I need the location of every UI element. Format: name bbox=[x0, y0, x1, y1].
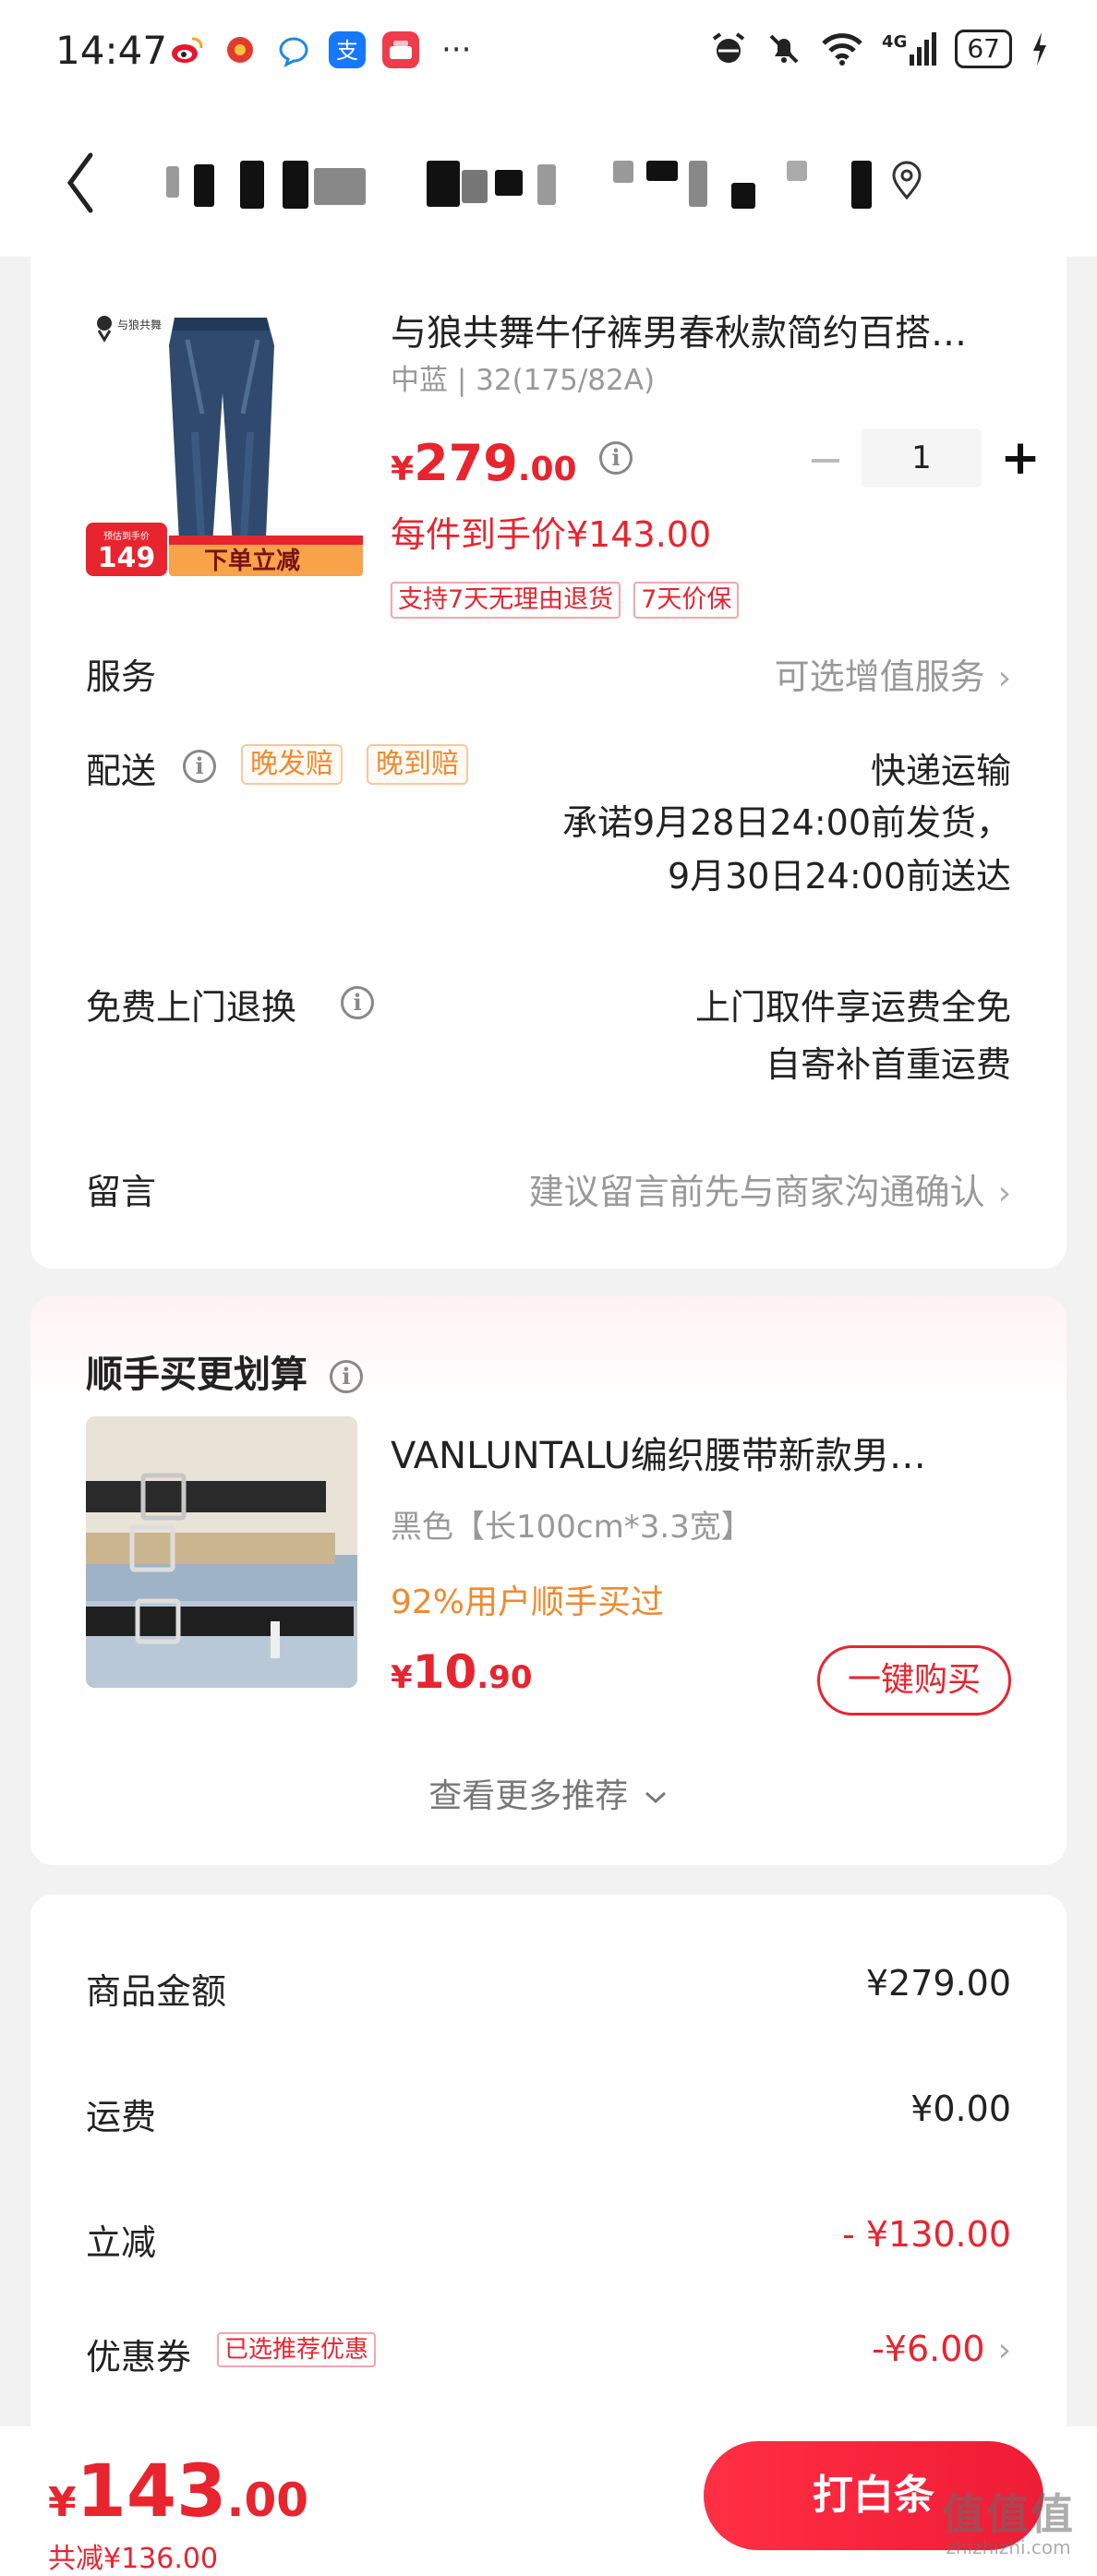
late-arrival-compensation-tag: 晚到赔 bbox=[367, 744, 468, 785]
product-tags: 支持7天无理由退货 7天价保 bbox=[391, 582, 740, 619]
quantity-decrease-button[interactable]: − bbox=[806, 434, 845, 486]
cell-signal-icon: 4G bbox=[882, 32, 937, 66]
nav-bar bbox=[0, 109, 1097, 257]
site-watermark: 值值值 zhizhizhi.com bbox=[942, 2491, 1075, 2558]
more-recommendations-label: 查看更多推荐 bbox=[428, 1777, 629, 1815]
addon-product-spec: 黑色【长100cm*3.3宽】 bbox=[391, 1509, 753, 1546]
coupon-selected-tag: 已选推荐优惠 bbox=[217, 2332, 377, 2367]
store-app-icon bbox=[382, 31, 419, 68]
product-spec[interactable]: 中蓝 | 32(175/82A) bbox=[391, 356, 655, 398]
subtotal-value: ¥279.00 bbox=[865, 1963, 1011, 2004]
coupon-value: -¥6.00 bbox=[872, 2329, 985, 2369]
svg-text:与狼共舞: 与狼共舞 bbox=[117, 318, 162, 331]
price-info-icon[interactable]: i bbox=[599, 441, 633, 475]
shipping-fee-label: 运费 bbox=[86, 2097, 157, 2137]
return-line2: 自寄补首重运费 bbox=[765, 1044, 1011, 1085]
location-pin-icon bbox=[892, 161, 922, 200]
coupon-label: 优惠券 bbox=[86, 2337, 192, 2377]
back-arrow-icon[interactable] bbox=[59, 148, 105, 218]
chevron-right-icon: › bbox=[997, 2331, 1011, 2369]
addon-title-text: 顺手买更划算 bbox=[86, 1354, 307, 1396]
badge-text: 下单立减 bbox=[204, 547, 300, 575]
chevron-right-icon: › bbox=[997, 659, 1011, 697]
delivery-info-icon[interactable]: i bbox=[183, 750, 216, 783]
service-value: 可选增值服务 bbox=[774, 656, 985, 697]
address-redacted[interactable] bbox=[166, 161, 877, 209]
product-image[interactable]: 与狼共舞 预估到手价 149 下单立减 bbox=[86, 303, 363, 580]
addon-price-yen: ¥ bbox=[391, 1659, 413, 1696]
more-recommendations-link[interactable]: 查看更多推荐 bbox=[30, 1769, 1067, 1817]
message-placeholder: 建议留言前先与商家沟通确认 bbox=[528, 1172, 985, 1212]
app-badge-icon bbox=[222, 31, 259, 68]
addon-section-title: 顺手买更划算 i bbox=[86, 1344, 363, 1398]
price-yen: ¥ bbox=[391, 451, 415, 488]
addon-product-title[interactable]: VANLUNTALU编织腰带新款男… bbox=[391, 1426, 1037, 1479]
delivery-promise-line1: 承诺9月28日24:00前发货， bbox=[561, 802, 1011, 843]
wifi-icon bbox=[822, 33, 862, 66]
quantity-input[interactable]: 1 bbox=[862, 428, 982, 488]
price-int: 279 bbox=[414, 434, 518, 492]
one-click-buy-button[interactable]: 一键购买 bbox=[817, 1645, 1011, 1715]
addon-price-dec: .90 bbox=[476, 1659, 533, 1696]
coupon-value-link[interactable]: -¥6.00 › bbox=[872, 2329, 1011, 2369]
svg-text:支: 支 bbox=[336, 38, 358, 64]
qq-app-icon bbox=[275, 31, 312, 68]
delivery-promise-line2: 9月30日24:00前送达 bbox=[667, 856, 1011, 897]
late-ship-compensation-tag: 晚发赔 bbox=[241, 744, 343, 785]
addon-price: ¥10.90 bbox=[391, 1645, 533, 1699]
belt-product-image[interactable] bbox=[86, 1416, 357, 1688]
status-indicators: 4G 67 bbox=[710, 30, 1049, 68]
weibo-app-icon bbox=[168, 31, 205, 68]
return-info-icon[interactable]: i bbox=[341, 986, 374, 1019]
charging-icon bbox=[1033, 32, 1046, 66]
price-protection-tag: 7天价保 bbox=[633, 582, 740, 619]
chevron-right-icon: › bbox=[997, 1174, 1011, 1212]
message-input[interactable]: 建议留言前先与商家沟通确认 › bbox=[529, 1163, 1011, 1214]
network-type: 4G bbox=[882, 32, 908, 52]
service-label: 服务 bbox=[86, 656, 157, 697]
value-added-service-link[interactable]: 可选增值服务 › bbox=[775, 648, 1011, 699]
product-price: ¥279.00 bbox=[391, 434, 577, 492]
status-bar: 14:47 支 ··· 4G 67 bbox=[0, 0, 1097, 109]
total-dec: .00 bbox=[226, 2474, 309, 2527]
alarm-icon bbox=[712, 32, 745, 63]
subtotal-label: 商品金额 bbox=[86, 1971, 227, 2012]
chevron-down-icon bbox=[645, 1791, 666, 1804]
status-time: 14:47 bbox=[55, 28, 168, 73]
price-dec: .00 bbox=[517, 451, 577, 488]
mute-icon bbox=[769, 34, 799, 64]
product-card: 与狼共舞 预估到手价 149 下单立减 与狼共舞牛仔裤男春秋款简约百搭… 中蓝 … bbox=[30, 249, 1067, 1269]
total-yen: ¥ bbox=[48, 2479, 77, 2526]
battery-level: 67 bbox=[955, 30, 1012, 68]
free-return-label: 免费上门退换 bbox=[86, 987, 297, 1028]
return-line1: 上门取件享运费全免 bbox=[694, 987, 1011, 1028]
quantity-increase-button[interactable]: + bbox=[998, 430, 1043, 486]
addon-purchase-rate: 92%用户顺手买过 bbox=[391, 1583, 665, 1621]
addon-card: 顺手买更划算 i VANLUNTALU编织腰带新款男… 黑色【长100cm*3.… bbox=[30, 1296, 1067, 1865]
badge-caption: 预估到手价 bbox=[103, 530, 150, 542]
badge-price: 149 bbox=[98, 542, 156, 574]
total-saving: 共减¥136.00 bbox=[48, 2543, 219, 2575]
delivery-method: 快递运输 bbox=[870, 751, 1011, 791]
shipping-fee-value: ¥0.00 bbox=[910, 2088, 1011, 2129]
unit-final-price: 每件到手价¥143.00 bbox=[391, 514, 712, 555]
delivery-label: 配送 bbox=[86, 751, 157, 791]
total-price: ¥143.00 bbox=[48, 2450, 308, 2534]
total-int: 143 bbox=[76, 2450, 227, 2534]
addon-info-icon[interactable]: i bbox=[329, 1360, 363, 1393]
alipay-app-icon: 支 bbox=[329, 31, 366, 68]
addon-price-int: 10 bbox=[412, 1645, 477, 1699]
return-policy-tag: 支持7天无理由退货 bbox=[391, 582, 621, 619]
watermark-mark: 值值值 bbox=[942, 2489, 1075, 2539]
product-title[interactable]: 与狼共舞牛仔裤男春秋款简约百搭… bbox=[391, 305, 1037, 356]
status-more-icon: ··· bbox=[441, 31, 472, 68]
checkout-bar: ¥143.00 共减¥136.00 打白条 值值值 zhizhizhi.com bbox=[0, 2426, 1097, 2576]
instant-discount-label: 立减 bbox=[86, 2222, 157, 2263]
watermark-url: zhizhizhi.com bbox=[946, 2536, 1071, 2558]
instant-discount-value: - ¥130.00 bbox=[842, 2214, 1011, 2255]
message-label: 留言 bbox=[86, 1172, 157, 1212]
status-app-icons: 支 ··· bbox=[168, 31, 471, 68]
